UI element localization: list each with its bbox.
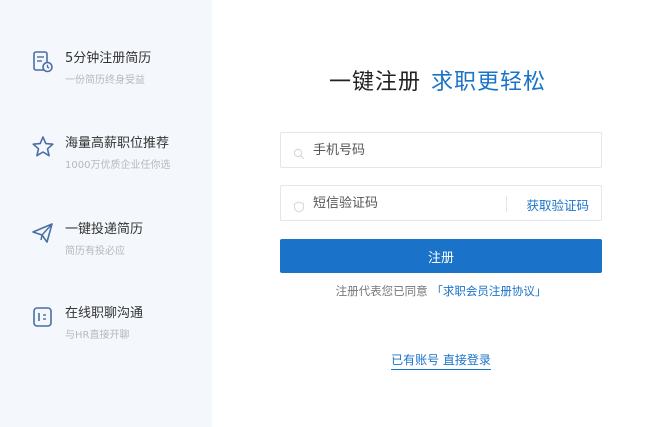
agreement-text: 注册代表您已同意 「求职会员注册协议」 — [280, 283, 602, 299]
feature-subtitle: 简历有投必应 — [65, 246, 125, 257]
resume-clock-icon — [30, 49, 56, 75]
feature-title: 一键投递简历 — [65, 222, 144, 237]
field-divider — [506, 196, 507, 212]
headline-accent: 求职更轻松 — [431, 70, 547, 95]
star-icon — [30, 134, 56, 160]
register-panel: 一键注册求职更轻松 获取验证码 注册 注册代表您已同意 「求职会员注册协议」 已… — [212, 0, 665, 427]
chat-icon — [30, 304, 56, 330]
search-icon — [293, 145, 305, 160]
feature-subtitle: 1000万优质企业任你选 — [65, 160, 171, 171]
feature-item-register-resume: 5分钟注册简历 一份简历终身受益 — [30, 47, 205, 91]
feature-title: 5分钟注册简历 — [65, 51, 152, 66]
agreement-prefix: 注册代表您已同意 — [335, 284, 428, 298]
phone-field[interactable] — [280, 132, 602, 168]
register-button[interactable]: 注册 — [280, 239, 602, 273]
login-row: 已有账号 直接登录 — [280, 351, 602, 370]
feature-sidebar: 5分钟注册简历 一份简历终身受益 海量高薪职位推荐 1000万优质企业任你选 一… — [0, 0, 212, 427]
feature-item-job-recommend: 海量高薪职位推荐 1000万优质企业任你选 — [30, 132, 205, 176]
get-code-button[interactable]: 获取验证码 — [526, 195, 589, 214]
phone-input[interactable] — [313, 133, 523, 167]
paper-plane-icon — [30, 220, 56, 246]
shield-icon — [293, 198, 305, 213]
agreement-link[interactable]: 「求职会员注册协议」 — [431, 284, 546, 298]
feature-subtitle: 与HR直接开聊 — [65, 330, 130, 341]
feature-title: 在线职聊沟通 — [65, 306, 144, 321]
feature-item-online-chat: 在线职聊沟通 与HR直接开聊 — [30, 302, 205, 346]
feature-title: 海量高薪职位推荐 — [65, 136, 170, 151]
sms-code-input[interactable] — [313, 186, 523, 220]
page-title: 一键注册 求职更轻松 — [329, 64, 546, 96]
login-link[interactable]: 已有账号 直接登录 — [391, 353, 491, 370]
sms-code-field[interactable]: 获取验证码 — [280, 185, 602, 221]
headline-main: 一键注册 — [329, 70, 422, 95]
feature-item-one-click-apply: 一键投递简历 简历有投必应 — [30, 218, 205, 262]
feature-subtitle: 一份简历终身受益 — [65, 75, 145, 86]
